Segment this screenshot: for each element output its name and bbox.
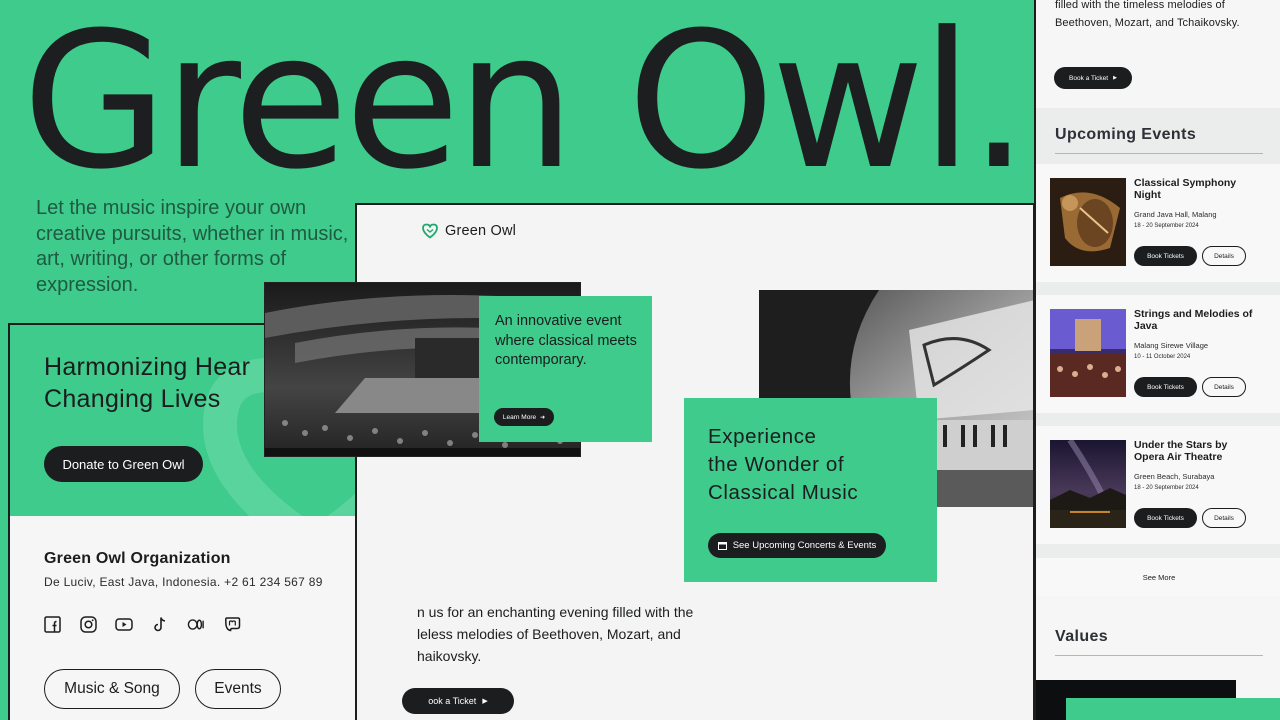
see-upcoming-concerts-button[interactable]: See Upcoming Concerts & Events xyxy=(708,533,886,558)
book-ticket-label: ook a Ticket xyxy=(428,696,477,706)
event-title: Strings and Melodies of Java xyxy=(1134,308,1253,332)
right-panel-intro-text: filled with the timeless melodies of Bee… xyxy=(1055,0,1240,29)
donate-heading: Harmonizing Hear Changing Lives xyxy=(44,351,250,415)
instagram-icon[interactable] xyxy=(79,615,97,633)
event-photo xyxy=(1050,440,1126,528)
see-more-link[interactable]: See More xyxy=(1036,558,1280,596)
event-venue: Green Beach, Surabaya xyxy=(1134,472,1215,481)
event-date: 18 - 20 September 2024 xyxy=(1134,223,1199,229)
book-ticket-button[interactable]: ook a Ticket ▶ xyxy=(402,688,514,714)
details-button[interactable]: Details xyxy=(1202,246,1246,266)
learn-more-button[interactable]: Learn More ➜ xyxy=(494,408,554,426)
arrow-right-icon: ▶ xyxy=(482,698,488,705)
event-card: Under the Stars by Opera Air Theatre Gre… xyxy=(1036,426,1280,544)
facebook-icon[interactable] xyxy=(43,615,61,633)
event-venue: Grand Java Hall, Malang xyxy=(1134,210,1217,219)
invite-text: n us for an enchanting evening filled wi… xyxy=(417,604,694,664)
event-photo xyxy=(1050,178,1126,266)
event-card: Classical Symphony Night Grand Java Hall… xyxy=(1036,164,1280,282)
innovative-text: An innovative event where classical meet… xyxy=(495,313,637,368)
event-date: 18 - 20 September 2024 xyxy=(1134,485,1199,491)
details-button[interactable]: Details xyxy=(1202,508,1246,528)
mastodon-icon[interactable] xyxy=(223,615,241,633)
org-address: De Luciv, East Java, Indonesia. +2 61 23… xyxy=(44,575,323,589)
music-song-button[interactable]: Music & Song xyxy=(44,669,180,709)
right-panel-preview: filled with the timeless melodies of Bee… xyxy=(1034,0,1280,720)
tiktok-icon[interactable] xyxy=(151,615,169,633)
event-card: Strings and Melodies of Java Malang Sire… xyxy=(1036,295,1280,413)
book-tickets-button[interactable]: Book Tickets xyxy=(1134,508,1197,528)
see-upcoming-concerts-label: See Upcoming Concerts & Events xyxy=(732,540,877,551)
owl-heart-icon xyxy=(422,223,438,239)
experience-line2: the Wonder of xyxy=(708,453,845,476)
book-tickets-button[interactable]: Book Tickets xyxy=(1134,246,1197,266)
arrow-right-icon: ➜ xyxy=(540,414,546,421)
values-green-bar xyxy=(1066,698,1280,720)
youtube-icon[interactable] xyxy=(115,615,133,633)
event-date: 10 - 11 October 2024 xyxy=(1134,354,1191,360)
donate-button[interactable]: Donate to Green Owl xyxy=(44,446,203,482)
event-photo xyxy=(1050,309,1126,397)
learn-more-label: Learn More xyxy=(502,413,537,421)
arrow-right-icon: ▶ xyxy=(1113,75,1117,81)
experience-line3: Classical Music xyxy=(708,481,859,504)
calendar-icon xyxy=(717,542,727,550)
brand-logo[interactable]: Green Owl xyxy=(421,223,516,239)
values-title: Values xyxy=(1055,628,1109,645)
innovative-event-card: An innovative event where classical meet… xyxy=(479,296,652,442)
event-title: Under the Stars by Opera Air Theatre xyxy=(1134,439,1228,463)
center-page-preview: Green Owl Experience the Wonder of Class… xyxy=(355,203,1035,720)
experience-card: Experience the Wonder of Classical Music… xyxy=(684,398,937,582)
section-divider xyxy=(1055,655,1263,656)
donate-heading-line2: Changing Lives xyxy=(44,385,221,413)
social-links xyxy=(43,615,241,633)
section-divider xyxy=(1055,153,1263,154)
right-panel-book-ticket-button[interactable]: Book a Ticket ▶ xyxy=(1054,67,1132,89)
right-panel-book-ticket-label: Book a Ticket xyxy=(1069,74,1109,82)
book-tickets-button[interactable]: Book Tickets xyxy=(1134,377,1197,397)
details-button[interactable]: Details xyxy=(1202,377,1246,397)
medium-icon[interactable] xyxy=(187,615,205,633)
brand-name: Green Owl xyxy=(445,223,517,239)
experience-heading: Experience the Wonder of Classical Music xyxy=(708,423,858,507)
event-venue: Malang Sirewe Village xyxy=(1134,341,1209,350)
events-button[interactable]: Events xyxy=(195,669,281,709)
hero-title: Green Owl. xyxy=(22,0,1029,211)
donate-heading-line1: Harmonizing Hear xyxy=(44,353,251,381)
upcoming-events-title: Upcoming Events xyxy=(1055,126,1197,143)
experience-line1: Experience xyxy=(708,425,817,448)
event-title: Classical Symphony Night xyxy=(1134,177,1237,201)
org-name: Green Owl Organization xyxy=(44,550,231,567)
